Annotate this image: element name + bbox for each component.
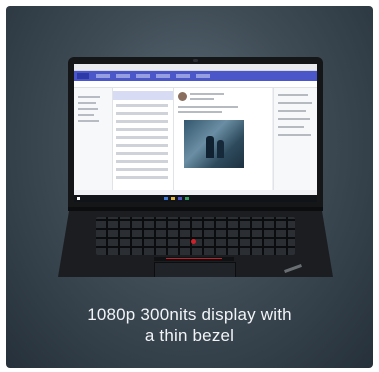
folder-item [78,120,99,122]
message-list [113,88,174,190]
webcam-icon [193,59,198,62]
touchpad [154,262,236,277]
avatar [178,92,187,101]
trackpoint-icon [191,239,196,244]
folder-item [78,114,94,116]
list-item [116,136,168,139]
side-line [278,126,304,128]
list-item [116,144,168,147]
app-logo [77,73,89,79]
laptop-base [58,211,333,277]
app-tabs [96,74,216,78]
side-line [278,102,312,104]
side-pane [273,88,317,190]
side-line [278,118,310,120]
folder-item [78,102,96,104]
taskbar [74,195,317,202]
brand-logo [284,264,302,273]
list-item [116,160,168,163]
side-line [278,134,311,136]
body-line [178,106,238,108]
keyboard [96,217,295,255]
taskbar-app-icon [178,197,182,200]
side-line [278,94,308,96]
list-item [116,128,168,131]
body-line [178,111,222,113]
browser-bar [74,64,317,71]
laptop-screen [74,64,317,202]
person-silhouette [206,136,214,158]
command-bar [74,81,317,88]
sender-line [190,93,224,95]
product-image-card: 1080p 300nits display with a thin bezel [6,6,373,368]
email-photo [184,120,244,168]
list-item [116,120,168,123]
side-line [278,110,306,112]
taskbar-app-icon [185,197,189,200]
reading-pane [174,88,272,190]
taskbar-app-icon [171,197,175,200]
windows-start-icon [77,197,80,200]
subject-line [190,98,214,100]
person-silhouette [217,140,224,158]
list-item [116,112,168,115]
caption-line-1: 1080p 300nits display with [87,305,292,324]
folder-pane [74,88,113,190]
taskbar-app-icon [164,197,168,200]
trackpoint-accent-line [166,258,222,259]
selected-message [113,91,173,100]
laptop-illustration [58,57,333,279]
folder-item [78,96,100,98]
laptop-lid [68,57,323,207]
caption-line-2: a thin bezel [144,326,235,345]
list-item [116,168,168,171]
folder-item [78,108,98,110]
app-header [74,71,317,81]
list-item [116,104,168,107]
laptop-hinge [68,207,323,211]
list-item [116,176,168,179]
list-item [116,152,168,155]
feature-caption: 1080p 300nits display with a thin bezel [6,304,373,346]
